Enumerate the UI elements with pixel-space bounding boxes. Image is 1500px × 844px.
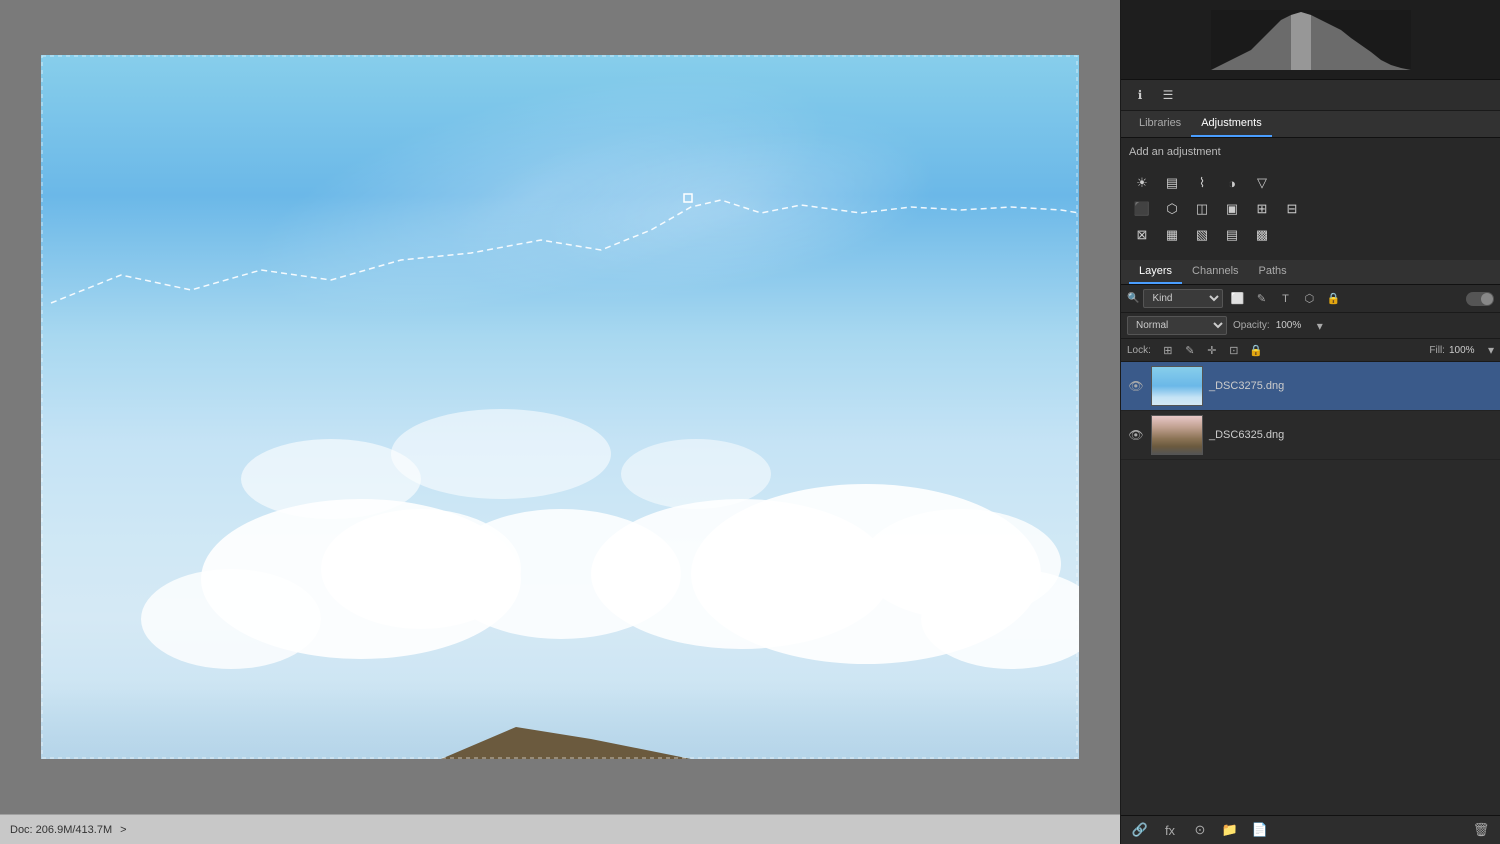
invert-icon[interactable]: ⊠ (1129, 224, 1155, 246)
info-icon[interactable]: ℹ (1129, 84, 1151, 106)
opacity-arrow[interactable]: ▾ (1317, 319, 1323, 333)
layers-panel-icon[interactable]: ☰ (1157, 84, 1179, 106)
layer-item-dsc3275[interactable]: 👁 _DSC3275.dng (1121, 362, 1500, 411)
bottom-arrow[interactable]: > (120, 824, 126, 836)
photofilter-icon[interactable]: ▣ (1219, 198, 1245, 220)
lock-all-icon[interactable]: 🔒 (1247, 342, 1265, 358)
selective-icon[interactable]: ▩ (1249, 224, 1275, 246)
opacity-label: Opacity: (1233, 320, 1270, 331)
layer-visibility-dsc6325[interactable]: 👁 (1127, 426, 1145, 444)
add-style-icon[interactable]: fx (1159, 820, 1181, 840)
opacity-value[interactable]: 100% (1276, 320, 1311, 331)
add-adjustment-area: Add an adjustment (1121, 138, 1500, 166)
filter-kind-select[interactable]: Kind (1143, 289, 1223, 308)
libraries-adjustments-tabs: Libraries Adjustments (1121, 111, 1500, 138)
right-panel: ℹ ☰ Libraries Adjustments Add an adjustm… (1120, 0, 1500, 844)
gradient-icon[interactable]: ▤ (1219, 224, 1245, 246)
posterize-icon[interactable]: ▦ (1159, 224, 1185, 246)
layer-name-dsc3275: _DSC3275.dng (1209, 380, 1494, 392)
layers-bottom-bar: 🔗 fx ⊙ 📁 📄 🗑 (1121, 815, 1500, 844)
lock-checkboard-icon[interactable]: ⊞ (1159, 342, 1177, 358)
filter-icon-shape[interactable]: ⬡ (1299, 290, 1319, 308)
colorbalance-icon[interactable]: ⬡ (1159, 198, 1185, 220)
layers-filter-bar: 🔍 Kind ⬜ ✎ T ⬡ 🔒 (1121, 285, 1500, 313)
lock-move-icon[interactable]: ✛ (1203, 342, 1221, 358)
layer-visibility-dsc3275[interactable]: 👁 (1127, 377, 1145, 395)
channelmix-icon[interactable]: ⊞ (1249, 198, 1275, 220)
new-layer-icon[interactable]: 📄 (1249, 820, 1271, 840)
layer-name-dsc6325: _DSC6325.dng (1209, 429, 1494, 441)
filter-icon-adjust[interactable]: ✎ (1251, 290, 1271, 308)
blend-mode-select[interactable]: Normal (1127, 316, 1227, 335)
tab-libraries[interactable]: Libraries (1129, 111, 1191, 137)
filter-icon-type[interactable]: T (1275, 290, 1295, 308)
brightness-icon[interactable]: ☀ (1129, 172, 1155, 194)
tab-adjustments[interactable]: Adjustments (1191, 111, 1272, 137)
colorlookup-icon[interactable]: ⊟ (1279, 198, 1305, 220)
layer-thumbnail-dsc3275 (1151, 366, 1203, 406)
lock-row: Lock: ⊞ ✎ ✛ ⊡ 🔒 Fill: 100% ▾ (1121, 339, 1500, 362)
layers-list: 👁 _DSC3275.dng 👁 _DSC6325.dng (1121, 362, 1500, 815)
lock-brush-icon[interactable]: ✎ (1181, 342, 1199, 358)
layers-channels-paths-tabs: Layers Channels Paths (1121, 260, 1500, 285)
tab-layers[interactable]: Layers (1129, 260, 1182, 284)
bw-icon[interactable]: ◫ (1189, 198, 1215, 220)
panel-icons-row: ℹ ☰ (1121, 80, 1500, 111)
canvas-image (41, 55, 1079, 759)
link-layers-icon[interactable]: 🔗 (1129, 820, 1151, 840)
fill-value[interactable]: 100% (1449, 345, 1484, 356)
tab-channels[interactable]: Channels (1182, 260, 1248, 284)
blend-mode-row: Normal Opacity: 100% ▾ (1121, 313, 1500, 339)
delete-layer-icon[interactable]: 🗑 (1470, 820, 1492, 840)
lock-label: Lock: (1127, 345, 1151, 356)
lock-artboard-icon[interactable]: ⊡ (1225, 342, 1243, 358)
tab-paths[interactable]: Paths (1249, 260, 1297, 284)
adjustment-icons-section: ☀ ▤ ⌇ ◑ ▽ ⬛ ⬡ ◫ ▣ ⊞ ⊟ ⊠ ▦ ▧ ▤ ▩ (1121, 166, 1500, 256)
vibrance-icon[interactable]: ▽ (1249, 172, 1275, 194)
add-mask-icon[interactable]: ⊙ (1189, 820, 1211, 840)
fill-arrow[interactable]: ▾ (1488, 343, 1494, 357)
doc-info: Doc: 206.9M/413.7M (10, 824, 112, 836)
layer-thumbnail-dsc6325 (1151, 415, 1203, 455)
threshold-icon[interactable]: ▧ (1189, 224, 1215, 246)
histogram-area (1121, 0, 1500, 80)
exposure-icon[interactable]: ◑ (1219, 172, 1245, 194)
filter-icon-pixel[interactable]: ⬜ (1227, 290, 1247, 308)
levels-icon[interactable]: ▤ (1159, 172, 1185, 194)
histogram-chart (1211, 10, 1411, 70)
layer-item-dsc6325[interactable]: 👁 _DSC6325.dng (1121, 411, 1500, 460)
filter-toggle[interactable] (1466, 292, 1494, 306)
curves-icon[interactable]: ⌇ (1189, 172, 1215, 194)
canvas-bottom-bar: Doc: 206.9M/413.7M > (0, 814, 1120, 844)
hsl-icon[interactable]: ⬛ (1129, 198, 1155, 220)
add-adjustment-label: Add an adjustment (1129, 146, 1492, 158)
new-group-icon[interactable]: 📁 (1219, 820, 1241, 840)
filter-icon-smart[interactable]: 🔒 (1323, 290, 1343, 308)
fill-label: Fill: (1429, 345, 1445, 356)
